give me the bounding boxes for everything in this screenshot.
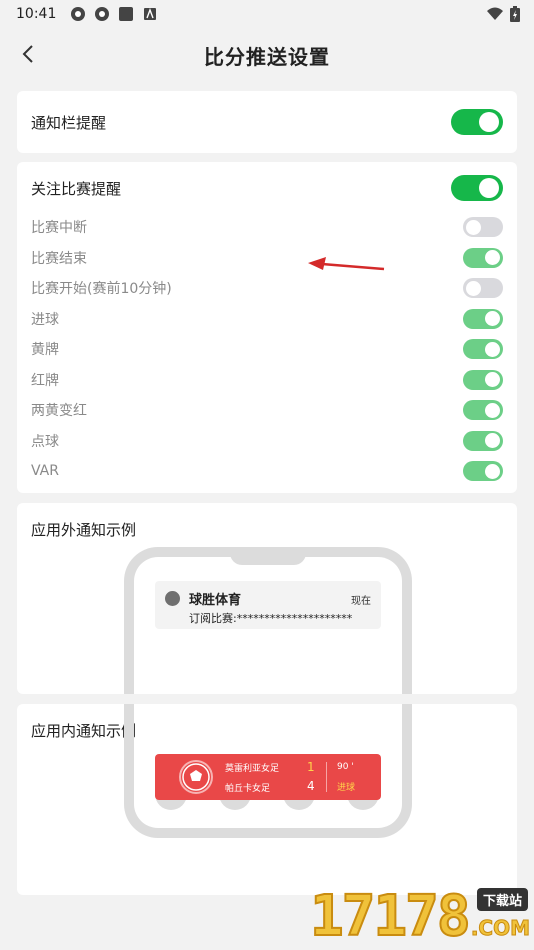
follow-item-row: 进球 — [31, 304, 503, 334]
notification-bar-toggle[interactable] — [451, 109, 503, 135]
back-button[interactable] — [14, 40, 42, 68]
football-icon — [179, 760, 213, 794]
font-app-icon — [142, 6, 158, 22]
follow-item-row: 红牌 — [31, 365, 503, 395]
status-bar: 10:41 — [0, 0, 534, 28]
follow-item-row: 比赛中断 — [31, 212, 503, 242]
notification-time: 现在 — [351, 596, 371, 607]
follow-item-label: 比赛中断 — [31, 220, 87, 236]
follow-item-row: VAR — [31, 456, 503, 486]
page-title: 比分推送设置 — [204, 44, 330, 69]
site-watermark: 17178 下载站 .COM — [309, 883, 534, 950]
app-dot-icon — [165, 591, 180, 606]
status-time: 10:41 — [16, 6, 57, 22]
follow-match-card: 关注比赛提醒 比赛中断比赛结束比赛开始(赛前10分钟) 进球黄牌红牌两黄变红点球 V… — [17, 162, 517, 493]
watermark-domain: .COM — [470, 916, 530, 941]
follow-item-toggle[interactable] — [463, 278, 503, 298]
follow-item-row: 比赛结束 — [31, 243, 503, 273]
phone-notch — [230, 547, 306, 565]
square-app-icon — [118, 6, 134, 22]
divider — [326, 762, 327, 792]
follow-match-row: 关注比赛提醒 — [31, 173, 503, 203]
match-event: 进球 — [337, 783, 356, 793]
watermark-tag: 下载站 — [476, 888, 528, 911]
match-minute: 90 ' — [337, 762, 354, 772]
follow-item-toggle[interactable] — [463, 461, 503, 481]
follow-item-label: 点球 — [31, 433, 59, 450]
follow-item-toggle[interactable] — [463, 308, 503, 329]
notification-body: 订阅比赛:********************* — [189, 612, 353, 625]
follow-item-toggle[interactable] — [463, 247, 503, 268]
follow-item-label: VAR — [31, 463, 59, 479]
follow-item-label: 两黄变红 — [31, 403, 87, 419]
notification-bar-card: 通知栏提醒 — [17, 91, 517, 153]
inside-notification-preview: 莫雷利亚女足 帕丘卡女足 1 4 90 ' 进球 — [155, 754, 381, 800]
notification-bar-row: 通知栏提醒 — [31, 107, 503, 137]
follow-item-row: 点球 — [31, 426, 503, 456]
outside-example-title: 应用外通知示例 — [31, 521, 137, 539]
notification-app-name: 球胜体育 — [189, 593, 242, 608]
app-notification-icon — [94, 6, 110, 22]
notification-bar-label: 通知栏提醒 — [31, 113, 107, 132]
follow-item-toggle[interactable] — [463, 339, 503, 359]
page-header: 比分推送设置 — [0, 28, 534, 82]
battery-icon — [510, 6, 520, 26]
away-team: 帕丘卡女足 — [225, 784, 271, 794]
outside-notification-preview: 球胜体育 现在 订阅比赛:********************* — [155, 581, 381, 629]
follow-item-label: 进球 — [31, 311, 59, 328]
inside-example-title: 应用内通知示例 — [31, 722, 137, 740]
outside-example-card: 应用外通知示例 球胜体育 现在 订阅比赛:*******************… — [17, 503, 517, 694]
home-team: 莫雷利亚女足 — [225, 764, 280, 774]
home-score: 1 — [307, 760, 315, 774]
follow-item-toggle[interactable] — [463, 430, 503, 451]
chevron-left-icon — [22, 45, 33, 63]
follow-item-label: 比赛结束 — [31, 250, 87, 267]
inside-example-card: 应用内通知示例 莫雷利亚女足 帕丘卡女足 1 4 90 ' 进球 — [17, 704, 517, 895]
follow-item-label: 比赛开始(赛前10分钟) — [31, 281, 172, 297]
follow-item-toggle[interactable] — [463, 217, 503, 237]
follow-item-row: 比赛开始(赛前10分钟) — [31, 273, 503, 303]
follow-item-toggle[interactable] — [463, 400, 503, 420]
follow-match-label: 关注比赛提醒 — [31, 179, 122, 198]
follow-item-label: 黄牌 — [31, 342, 59, 358]
follow-item-label: 红牌 — [31, 372, 59, 389]
app-notification-icon — [70, 6, 86, 22]
follow-item-row: 黄牌 — [31, 334, 503, 364]
wifi-icon — [486, 7, 504, 25]
watermark-digits: 17178 — [309, 883, 472, 950]
follow-match-toggle[interactable] — [451, 175, 503, 201]
follow-item-row: 两黄变红 — [31, 395, 503, 425]
annotation-arrow — [308, 257, 385, 271]
follow-item-toggle[interactable] — [463, 369, 503, 390]
away-score: 4 — [307, 779, 315, 793]
